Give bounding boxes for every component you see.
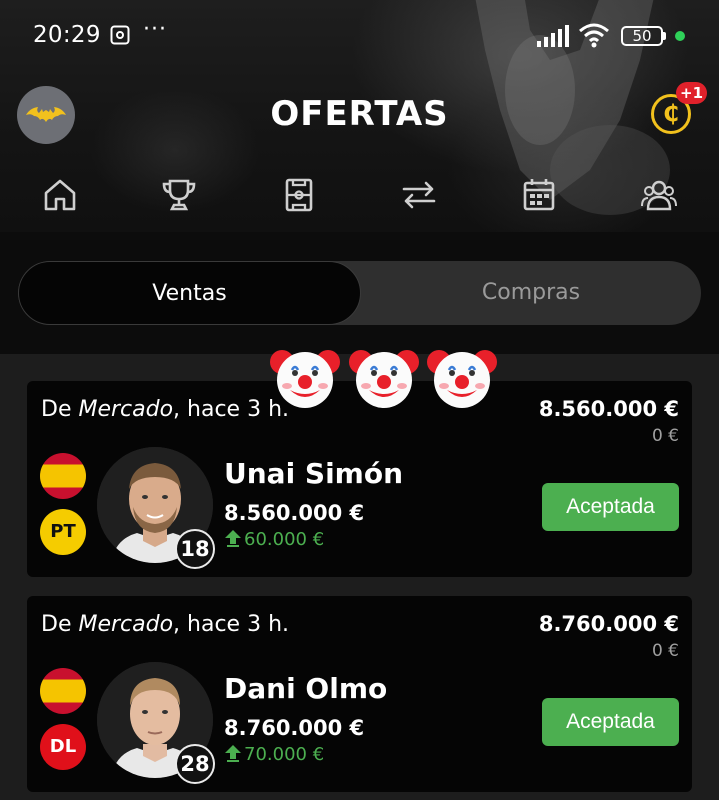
nav-community[interactable]	[640, 176, 680, 216]
coin-notification-badge: +1	[676, 82, 708, 104]
users-icon	[641, 180, 677, 211]
battery-tip	[663, 32, 666, 40]
status-time: 20:29	[33, 22, 101, 48]
offer-sub-price: 0 €	[651, 426, 679, 446]
player-number: 28	[175, 744, 215, 784]
clown-face-icon	[349, 350, 419, 408]
player-name[interactable]: Dani Olmo	[224, 672, 387, 705]
wifi-icon	[579, 23, 609, 48]
active-indicator-dot	[675, 31, 685, 41]
battery-icon: 50	[621, 26, 663, 46]
accepted-status-button[interactable]: Aceptada	[542, 698, 679, 746]
spain-flag-icon	[40, 668, 86, 714]
player-number: 18	[175, 529, 215, 569]
tab-ventas[interactable]: Ventas	[18, 261, 361, 325]
battery-level: 50	[632, 27, 652, 45]
accepted-status-button[interactable]: Aceptada	[542, 483, 679, 531]
signal-icon	[537, 25, 569, 47]
clown-face-icon	[427, 350, 497, 408]
lineup-icon	[285, 178, 313, 212]
offer-price: 8.560.000 €	[538, 397, 679, 421]
more-notifications-icon: ···	[143, 17, 167, 42]
nav-calendar[interactable]	[520, 176, 560, 216]
offer-price: 8.760.000 €	[538, 612, 679, 636]
offer-origin: De Mercado, hace 3 h.	[41, 612, 290, 637]
screen-record-icon	[110, 25, 130, 45]
app-screen: 20:29 ··· 50 OFERTAS ₵ +1 Compras Ventas…	[0, 0, 719, 800]
tab-compras[interactable]: Compras	[361, 261, 701, 325]
player-name[interactable]: Unai Simón	[224, 457, 403, 490]
position-badge: DL	[40, 724, 86, 770]
main-nav	[0, 168, 719, 224]
arrow-up-icon	[225, 745, 241, 762]
offers-list: De Mercado, hace 3 h. 8.560.000 € 0 € PT	[0, 354, 719, 800]
spain-flag-icon	[40, 453, 86, 499]
nav-lineup[interactable]	[280, 176, 320, 216]
offer-card[interactable]: De Mercado, hace 3 h. 8.760.000 € 0 € DL…	[27, 596, 692, 792]
page-title: OFERTAS	[270, 94, 449, 134]
clown-face-icon	[270, 350, 340, 408]
nav-market[interactable]	[400, 176, 440, 216]
player-value: 8.560.000 €	[224, 501, 365, 525]
coin-icon: ₵	[662, 101, 679, 127]
player-value-change: 60.000 €	[224, 529, 324, 550]
header-hero: 20:29 ··· 50 OFERTAS ₵ +1	[0, 0, 719, 232]
nav-home[interactable]	[41, 176, 81, 216]
emoji-overlay	[268, 342, 508, 412]
offer-source: Mercado	[78, 397, 174, 422]
status-bar: 20:29 ··· 50	[0, 0, 719, 72]
home-icon	[44, 179, 76, 211]
position-badge: PT	[40, 509, 86, 555]
arrow-up-icon	[225, 530, 241, 547]
tabs-area: Compras Ventas	[0, 232, 719, 354]
player-value-change: 70.000 €	[224, 744, 324, 765]
player-value: 8.760.000 €	[224, 716, 365, 740]
offer-source: Mercado	[78, 612, 174, 637]
trophy-icon	[162, 179, 196, 211]
offer-origin: De Mercado, hace 3 h.	[41, 397, 290, 422]
segmented-tabs: Compras Ventas	[18, 261, 701, 325]
calendar-icon	[523, 179, 555, 211]
transfers-icon	[402, 181, 436, 209]
nav-league[interactable]	[160, 176, 200, 216]
offer-sub-price: 0 €	[651, 641, 679, 661]
